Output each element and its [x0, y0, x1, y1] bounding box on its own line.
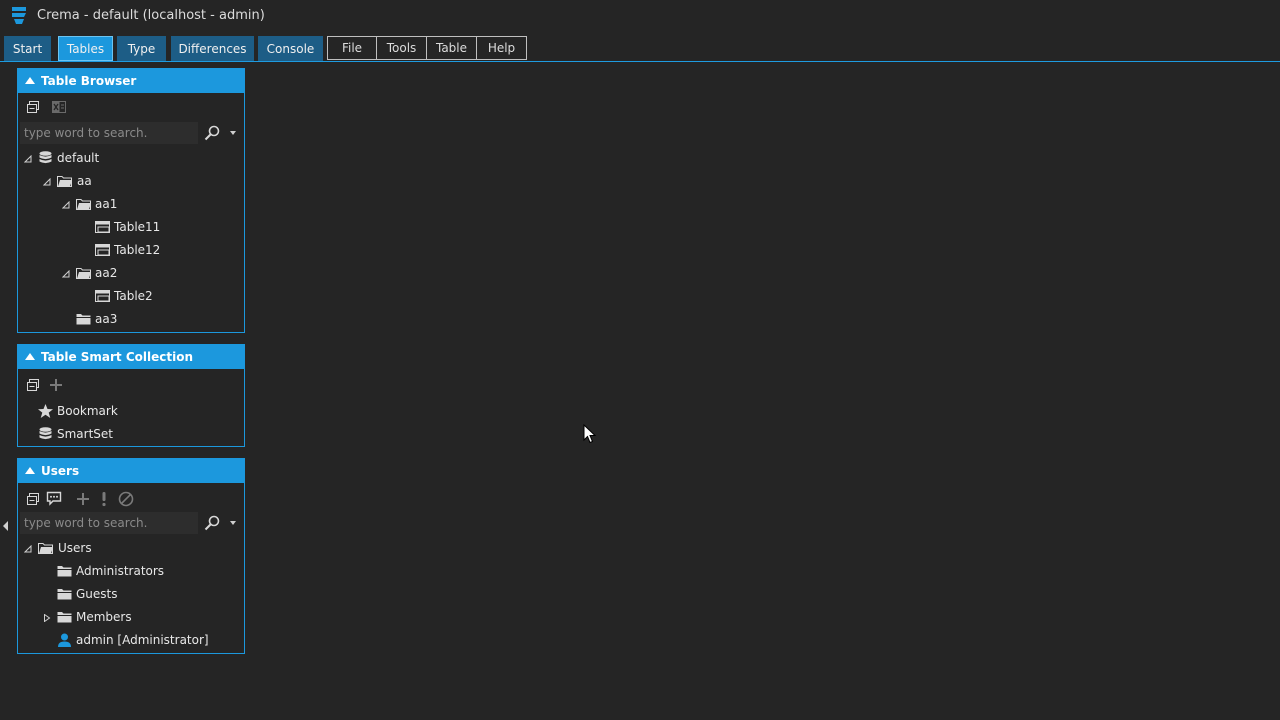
- expanded-arrow-icon[interactable]: [43, 178, 51, 186]
- add-icon[interactable]: [75, 491, 91, 507]
- expanded-arrow-icon[interactable]: [24, 155, 32, 163]
- tree-node-label: aa2: [95, 266, 118, 280]
- notify-icon[interactable]: [96, 491, 112, 507]
- tree-node-label: Guests: [76, 587, 118, 601]
- menu-tools[interactable]: Tools: [376, 36, 427, 60]
- tree-node-label: aa3: [95, 312, 118, 326]
- tree-node-label: admin [Administrator]: [76, 633, 209, 647]
- user-icon: [58, 633, 71, 647]
- smart-collection-header[interactable]: Table Smart Collection: [18, 345, 244, 369]
- tree-node-label: Table12: [114, 243, 161, 257]
- tree-node-label: Members: [76, 610, 132, 624]
- collapse-arrow-icon[interactable]: [25, 467, 35, 474]
- users-search-row: [18, 511, 244, 535]
- tree-node-admin[interactable]: admin [Administrator]: [18, 629, 244, 652]
- search-icon[interactable]: [204, 125, 220, 141]
- star-icon: [38, 404, 53, 418]
- collapse-all-icon[interactable]: [25, 491, 41, 507]
- search-options-dropdown-icon[interactable]: [230, 521, 236, 525]
- smart-collection-panel: Table Smart Collection Bookmark SmartSet: [17, 344, 245, 447]
- list-item-bookmark[interactable]: Bookmark: [18, 400, 244, 423]
- folder-open-icon: [38, 543, 53, 554]
- tab-start[interactable]: Start: [4, 36, 51, 61]
- tree-node-default[interactable]: default: [18, 147, 244, 170]
- table-icon: [95, 221, 110, 233]
- tab-type[interactable]: Type: [117, 36, 166, 61]
- tree-node-users[interactable]: Users: [18, 537, 244, 560]
- tree-node-table12[interactable]: Table12: [18, 239, 244, 262]
- smart-collection-toolbar: [18, 369, 244, 397]
- add-icon[interactable]: [48, 377, 64, 393]
- tab-tables[interactable]: Tables: [58, 36, 113, 61]
- tree-node-members[interactable]: Members: [18, 606, 244, 629]
- tree-node-aa2[interactable]: aa2: [18, 262, 244, 285]
- folder-icon: [57, 566, 72, 577]
- folder-open-icon: [76, 268, 91, 279]
- collapse-all-icon[interactable]: [25, 377, 41, 393]
- menu-table[interactable]: Table: [426, 36, 477, 60]
- tree-node-label: Users: [58, 541, 92, 555]
- database-icon: [39, 427, 52, 440]
- list-item-smartset[interactable]: SmartSet: [18, 423, 244, 446]
- tree-node-aa3[interactable]: aa3: [18, 308, 244, 331]
- collapse-arrow-icon[interactable]: [25, 77, 35, 84]
- collapsed-arrow-icon[interactable]: [43, 614, 51, 622]
- tree-node-table2[interactable]: Table2: [18, 285, 244, 308]
- tree-node-label: aa: [77, 174, 92, 188]
- window-title: Crema - default (localhost - admin): [37, 8, 265, 23]
- tree-node-label: Table2: [114, 289, 153, 303]
- tree-node-guests[interactable]: Guests: [18, 583, 244, 606]
- table-browser-header[interactable]: Table Browser: [18, 69, 244, 93]
- search-options-dropdown-icon[interactable]: [230, 131, 236, 135]
- list-item-label: Bookmark: [57, 404, 118, 418]
- table-search-row: [18, 121, 244, 145]
- title-bar: Crema - default (localhost - admin): [0, 0, 1280, 34]
- collapse-all-icon[interactable]: [25, 99, 41, 115]
- ban-icon[interactable]: [118, 491, 134, 507]
- tree-node-label: aa1: [95, 197, 118, 211]
- table-icon: [95, 290, 110, 302]
- expanded-arrow-icon[interactable]: [62, 270, 70, 278]
- users-search-input[interactable]: [20, 512, 198, 534]
- table-browser-title: Table Browser: [41, 74, 137, 88]
- tree-node-table11[interactable]: Table11: [18, 216, 244, 239]
- tree-node-label: Table11: [114, 220, 161, 234]
- users-toolbar: [18, 483, 244, 511]
- tree-node-aa1[interactable]: aa1: [18, 193, 244, 216]
- folder-icon: [57, 589, 72, 600]
- table-browser-toolbar: [18, 93, 244, 121]
- folder-open-icon: [57, 176, 72, 187]
- folder-open-icon: [76, 199, 91, 210]
- users-title: Users: [41, 464, 80, 478]
- mouse-cursor-icon: [583, 424, 597, 444]
- expanded-arrow-icon[interactable]: [24, 545, 32, 553]
- excel-export-icon[interactable]: [51, 99, 67, 115]
- tab-console[interactable]: Console: [258, 36, 323, 61]
- table-icon: [95, 244, 110, 256]
- users-header[interactable]: Users: [18, 459, 244, 483]
- folder-icon: [57, 612, 72, 623]
- message-icon[interactable]: [46, 490, 62, 506]
- expanded-arrow-icon[interactable]: [62, 201, 70, 209]
- tree-node-label: Administrators: [76, 564, 165, 578]
- table-browser-panel: Table Browser type word to search. defau…: [17, 68, 245, 333]
- menu-help[interactable]: Help: [476, 36, 527, 60]
- database-icon: [39, 151, 52, 164]
- tree-node-administrators[interactable]: Administrators: [18, 560, 244, 583]
- tree-node-label: default: [57, 151, 100, 165]
- menu-file[interactable]: File: [327, 36, 377, 60]
- crema-logo-icon: [12, 7, 26, 24]
- users-panel: Users type word to search. Users Adminis…: [17, 458, 245, 654]
- smart-collection-title: Table Smart Collection: [41, 350, 193, 364]
- table-search-input[interactable]: [20, 122, 198, 144]
- search-icon[interactable]: [204, 515, 220, 531]
- collapse-sidebar-arrow-icon[interactable]: [3, 521, 8, 531]
- tab-differences[interactable]: Differences: [171, 36, 254, 61]
- list-item-label: SmartSet: [57, 427, 114, 441]
- collapse-arrow-icon[interactable]: [25, 353, 35, 360]
- tree-node-aa[interactable]: aa: [18, 170, 244, 193]
- folder-icon: [76, 314, 91, 325]
